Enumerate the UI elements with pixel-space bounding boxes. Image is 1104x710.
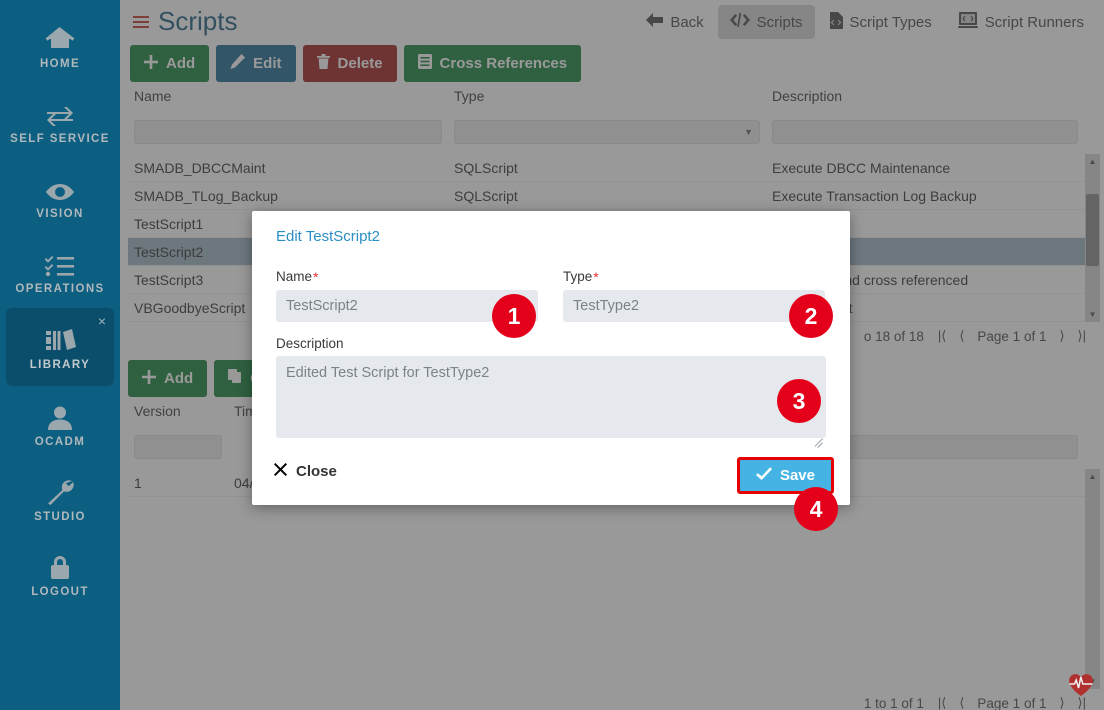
sidebar-item-label: SELF SERVICE — [10, 132, 110, 145]
user-icon — [46, 400, 74, 430]
description-field-label: Description — [276, 336, 344, 351]
x-icon — [274, 463, 287, 480]
sidebar-item-label: LIBRARY — [29, 359, 91, 371]
sidebar-item-ocadm[interactable]: OCADM — [4, 386, 116, 461]
home-icon — [45, 22, 75, 52]
wrench-icon — [45, 475, 75, 505]
sidebar-item-logout[interactable]: LOGOUT — [4, 536, 116, 611]
sidebar-item-label: HOME — [39, 57, 81, 70]
sidebar-item-library[interactable]: × LIBRARY — [6, 308, 114, 386]
annotation-badge-4: 4 — [794, 487, 838, 531]
sidebar-item-label: LOGOUT — [31, 585, 89, 598]
sidebar-item-operations[interactable]: OPERATIONS — [4, 233, 116, 308]
sidebar-item-studio[interactable]: STUDIO — [4, 461, 116, 536]
eye-icon — [44, 172, 76, 202]
sidebar-item-home[interactable]: HOME — [4, 8, 116, 83]
edit-script-dialog: Edit TestScript2 Name* Type* Descripti — [252, 211, 850, 505]
type-field[interactable] — [563, 290, 825, 322]
sidebar-item-vision[interactable]: VISION — [4, 158, 116, 233]
check-icon — [755, 467, 772, 484]
description-field[interactable] — [276, 356, 826, 438]
close-button[interactable]: Close — [274, 463, 337, 480]
heartbeat-icon[interactable] — [1068, 673, 1094, 702]
sidebar-item-label: VISION — [36, 207, 84, 220]
app-root: HOME SELF SERVICE VISION OPERATIONS × LI… — [0, 0, 1104, 710]
name-label-text: Name — [276, 269, 313, 284]
close-icon[interactable]: × — [98, 314, 106, 328]
sidebar-item-label: OCADM — [34, 435, 86, 448]
sidebar: HOME SELF SERVICE VISION OPERATIONS × LI… — [0, 0, 120, 710]
books-icon — [44, 323, 76, 353]
required-marker: * — [313, 269, 319, 285]
annotation-badge-1: 1 — [492, 294, 536, 338]
dialog-form: Name* Type* Description — [276, 269, 826, 448]
type-field-label: Type* — [563, 269, 825, 285]
save-button-label: Save — [779, 467, 815, 484]
name-field-label: Name* — [276, 269, 538, 285]
checklist-icon — [45, 247, 75, 277]
sidebar-item-label: STUDIO — [34, 510, 86, 523]
exchange-arrows-icon — [44, 97, 76, 127]
annotation-badge-2: 2 — [789, 294, 833, 338]
lock-icon — [47, 550, 73, 580]
close-button-label: Close — [296, 463, 337, 480]
type-label-text: Type — [563, 269, 593, 284]
required-marker: * — [593, 269, 599, 285]
annotation-badge-3: 3 — [777, 379, 821, 423]
dialog-footer: Close Save — [252, 449, 850, 505]
sidebar-item-label: OPERATIONS — [15, 282, 105, 295]
sidebar-item-self-service[interactable]: SELF SERVICE — [4, 83, 116, 158]
dialog-title: Edit TestScript2 — [276, 228, 380, 245]
